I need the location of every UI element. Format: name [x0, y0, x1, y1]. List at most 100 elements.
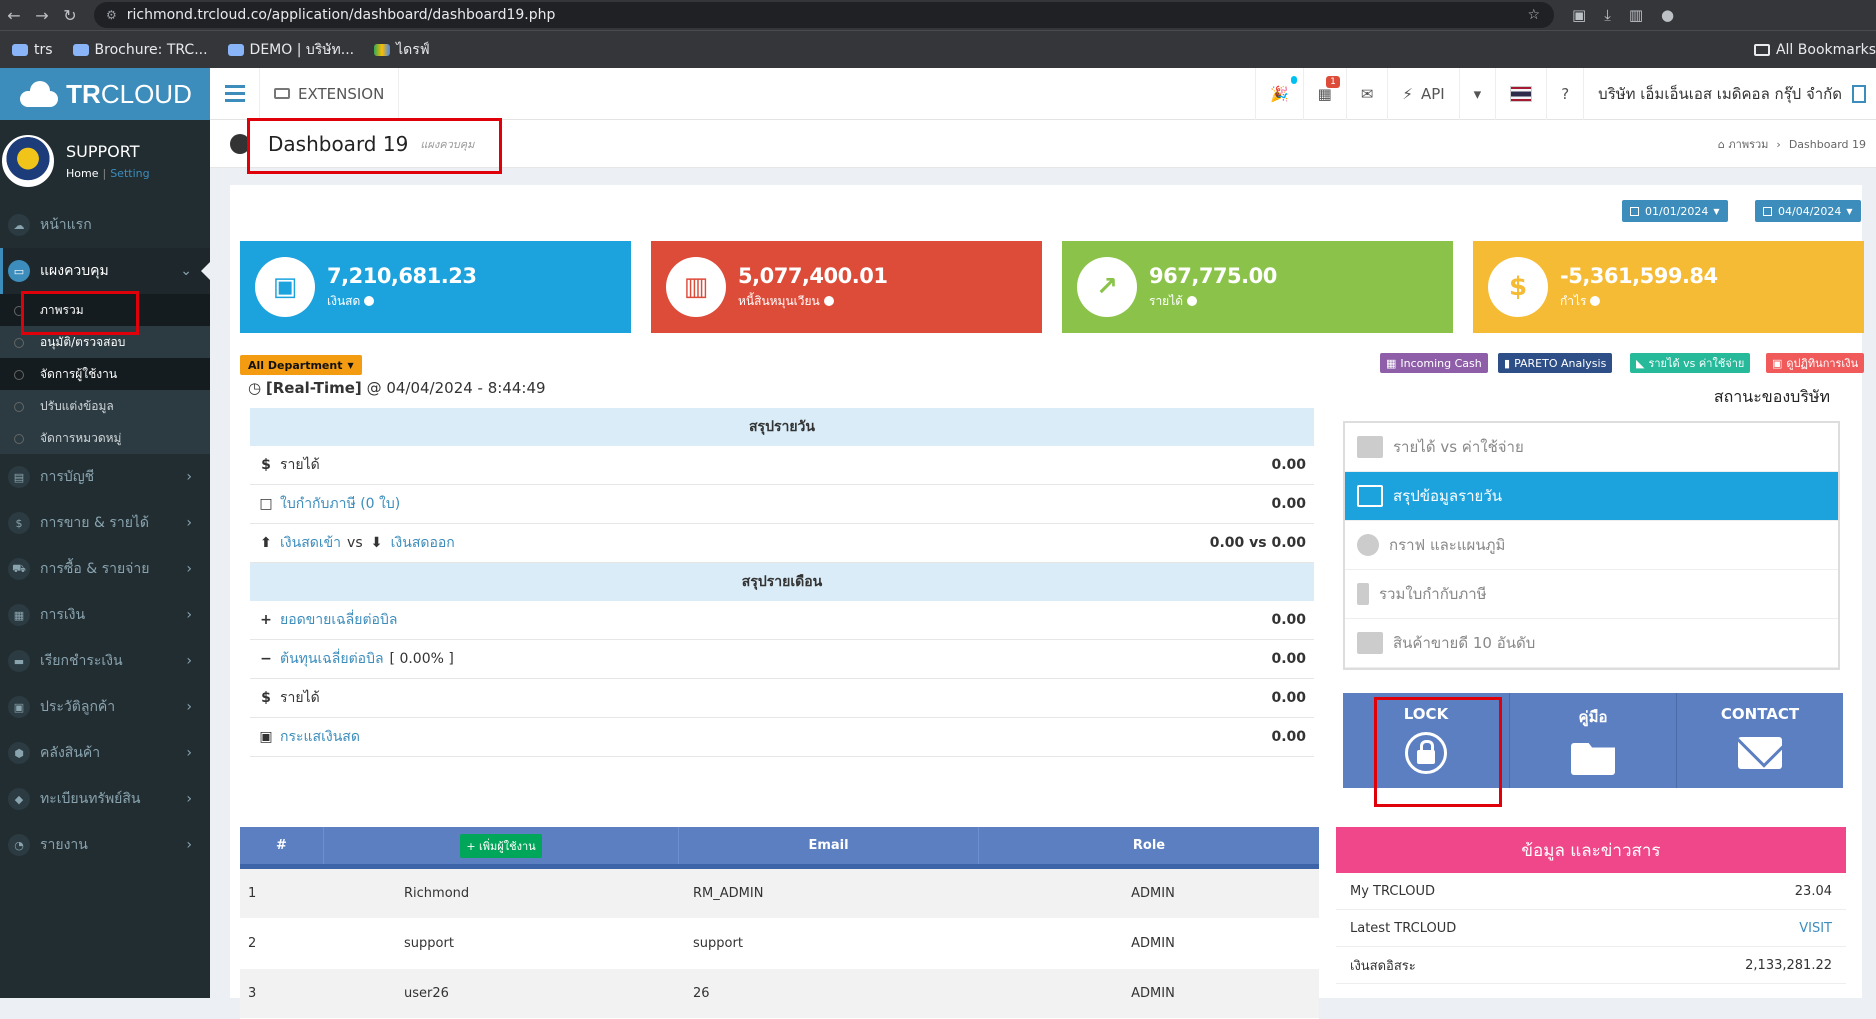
table-row[interactable]: 2 support support ADMIN [240, 919, 1319, 969]
dropdown-button[interactable]: ▾ [1458, 67, 1496, 120]
bookmark-star-icon[interactable]: ☆ [1527, 7, 1540, 23]
chevron-right-icon: › [186, 469, 192, 485]
sidebar-item-purchase[interactable]: ⛟ การซื้อ & รายจ่าย › [0, 546, 210, 592]
table-row[interactable]: 1 Richmond RM_ADMIN ADMIN [240, 869, 1319, 919]
cashflow-link[interactable]: กระแสเงินสด [280, 726, 360, 748]
question-icon: ? [1561, 84, 1570, 103]
status-item-top-products[interactable]: สินค้าขายดี 10 อันดับ [1345, 619, 1838, 668]
folder-icon [1753, 43, 1770, 56]
submenu-item-categories[interactable]: จัดการหมวดหมู่ [0, 422, 210, 454]
address-bar[interactable]: ⚙ richmond.trcloud.co/application/dashbo… [94, 2, 1554, 28]
department-dropdown[interactable]: All Department ▼ [240, 355, 362, 375]
bookmark-trs[interactable]: trs [12, 42, 53, 58]
bank-icon: ▥ [666, 257, 726, 317]
info-icon [1590, 296, 1601, 306]
status-item-income-expense[interactable]: รายได้ vs ค่าใช้จ่าย [1345, 423, 1838, 472]
cart-icon: ⛟ [8, 558, 30, 580]
info-icon [364, 296, 375, 306]
daily-summary-title: สรุปรายวัน [250, 408, 1314, 446]
status-item-charts[interactable]: กราฟ และแผนภูมิ [1345, 521, 1838, 570]
date-from-button[interactable]: 01/01/2024 ▼ [1622, 200, 1728, 222]
sidebar-item-inventory[interactable]: ⬢ คลังสินค้า › [0, 730, 210, 776]
image-icon [227, 43, 244, 56]
chevron-right-icon: › [186, 745, 192, 761]
forward-icon[interactable]: → [28, 6, 56, 25]
kpi-revenue[interactable]: ↗ 967,775.00 รายได้ [1062, 241, 1453, 333]
table-row: ⬆ เงินสดเข้า vs ⬇ เงินสดออก 0.00 vs 0.00 [250, 524, 1314, 563]
party-icon: 🎉 [1269, 84, 1289, 103]
api-button[interactable]: ⚡ API [1387, 67, 1458, 120]
kpi-profit[interactable]: $ -5,361,599.84 กำไร [1473, 241, 1864, 333]
sidebar-item-billing[interactable]: ▬ เรียกชำระเงิน › [0, 638, 210, 684]
sidepanel-icon[interactable]: ▥ [1629, 6, 1643, 24]
table-row[interactable]: 3 user26 26 ADMIN [240, 969, 1319, 1019]
visit-link[interactable]: VISIT [1799, 921, 1832, 936]
table-row: − ต้นทุนเฉลี่ยต่อบิล[ 0.00% ] 0.00 [250, 640, 1314, 679]
dollar-icon [1357, 583, 1369, 605]
all-bookmarks[interactable]: All Bookmarks [1753, 42, 1876, 58]
income-vs-expense-button[interactable]: ◣ รายได้ vs ค่าใช้จ่าย [1630, 353, 1751, 373]
status-item-tax-invoices[interactable]: รวมใบกำกับภาษี [1345, 570, 1838, 619]
cash-out-link[interactable]: เงินสดออก [391, 532, 455, 554]
submenu-item-customize[interactable]: ปรับแต่งข้อมูล [0, 390, 210, 422]
add-user-button[interactable]: + เพิ่มผู้ใช้งาน [460, 833, 542, 858]
messages-button[interactable]: ✉ [1345, 67, 1388, 120]
sidebar-item-customers[interactable]: ▣ ประวัติลูกค้า › [0, 684, 210, 730]
avg-sales-link[interactable]: ยอดขายเฉลี่ยต่อบิล [280, 609, 397, 631]
area-chart-icon [1357, 436, 1383, 458]
tax-invoice-link[interactable]: ใบกำกับภาษี (0 ใบ) [280, 493, 400, 515]
table-row: $ รายได้ 0.00 [250, 446, 1314, 485]
manual-button[interactable]: คู่มือ [1510, 693, 1677, 788]
cash-in-link[interactable]: เงินสดเข้า [280, 532, 341, 554]
status-item-daily-summary[interactable]: สรุปข้อมูลรายวัน [1345, 472, 1838, 521]
bookmark-demo[interactable]: DEMO | บริษัท... [227, 39, 354, 61]
bookmark-drive[interactable]: ไดรฟ์ [374, 39, 430, 61]
submenu-item-users[interactable]: จัดการผู้ใช้งาน [0, 358, 210, 390]
breadcrumb-home[interactable]: ภาพรวม [1728, 138, 1768, 151]
help-button[interactable]: ? [1546, 67, 1583, 120]
pareto-button[interactable]: ▮ PARETO Analysis [1498, 353, 1613, 373]
setting-link[interactable]: Setting [110, 167, 149, 180]
news-title: ข้อมูล และข่าวสาร [1336, 827, 1846, 873]
back-icon[interactable]: ← [0, 6, 28, 25]
sidebar-item-home[interactable]: ☁ หน้าแรก [0, 202, 210, 248]
cloud-logo-icon [18, 81, 60, 107]
area-chart-icon: ◣ [1636, 356, 1645, 370]
status-list: รายได้ vs ค่าใช้จ่าย สรุปข้อมูลรายวัน กร… [1343, 421, 1840, 670]
reload-icon[interactable]: ↻ [56, 6, 84, 25]
sidebar-item-reports[interactable]: ◔ รายงาน › [0, 822, 210, 868]
company-selector[interactable]: บริษัท เอ็มเอ็นเอส เมดิคอล กรุ๊ป จำกัด [1583, 67, 1876, 120]
notification-badge: 1 [1326, 75, 1340, 88]
card-icon: ▬ [8, 650, 30, 672]
extensions-icon[interactable]: ▣ [1572, 6, 1586, 24]
sidebar-item-dashboard[interactable]: ▭ แผงควบคุม ⌄ [0, 248, 210, 294]
app-logo[interactable]: TR CLOUD [0, 68, 210, 120]
daily-summary: สรุปรายวัน $ รายได้ 0.00 □ ใบกำกับภาษี (0 ใ… [250, 408, 1314, 563]
extension-button[interactable]: EXTENSION [260, 67, 400, 120]
language-button[interactable] [1495, 67, 1546, 120]
site-settings-icon[interactable]: ⚙ [106, 8, 117, 22]
profile-icon[interactable]: ● [1661, 6, 1674, 24]
sidebar-item-finance[interactable]: ▦ การเงิน › [0, 592, 210, 638]
bookmark-brochure[interactable]: Brochure: TRC... [72, 42, 208, 58]
dashboard-main: 01/01/2024 ▼ 04/04/2024 ▼ ▣ 7,210,681.23 เง… [230, 185, 1865, 1019]
menu-toggle-icon[interactable] [210, 67, 260, 120]
home-link[interactable]: Home [66, 167, 98, 180]
celebration-button[interactable]: 🎉 [1254, 67, 1303, 120]
info-icon [823, 296, 834, 306]
date-to-button[interactable]: 04/04/2024 ▼ [1755, 200, 1861, 222]
calendar-icon [1630, 206, 1639, 216]
download-icon[interactable]: ⤓ [1604, 6, 1611, 24]
finance-calendar-button[interactable]: ▣ ดูปฏิทินการเงิน [1766, 353, 1865, 373]
kpi-liabilities[interactable]: ▥ 5,077,400.01 หนี้สินหมุนเวียน [651, 241, 1042, 333]
contact-button[interactable]: CONTACT [1677, 693, 1843, 788]
avg-cost-link[interactable]: ต้นทุนเฉลี่ยต่อบิล [280, 648, 384, 670]
home-icon: ⌂ [1717, 137, 1725, 151]
sidebar-item-accounting[interactable]: ▤ การบัญชี › [0, 454, 210, 500]
notifications-button[interactable]: ▦ 1 [1302, 67, 1346, 120]
sidebar-item-assets[interactable]: ◆ ทะเบียนทรัพย์สิน › [0, 776, 210, 822]
incoming-cash-button[interactable]: ▦ Incoming Cash [1380, 353, 1488, 373]
kpi-cash[interactable]: ▣ 7,210,681.23 เงินสด [240, 241, 631, 333]
sidebar-item-sales[interactable]: $ การขาย & รายได้ › [0, 500, 210, 546]
minus-icon: − [260, 651, 272, 667]
